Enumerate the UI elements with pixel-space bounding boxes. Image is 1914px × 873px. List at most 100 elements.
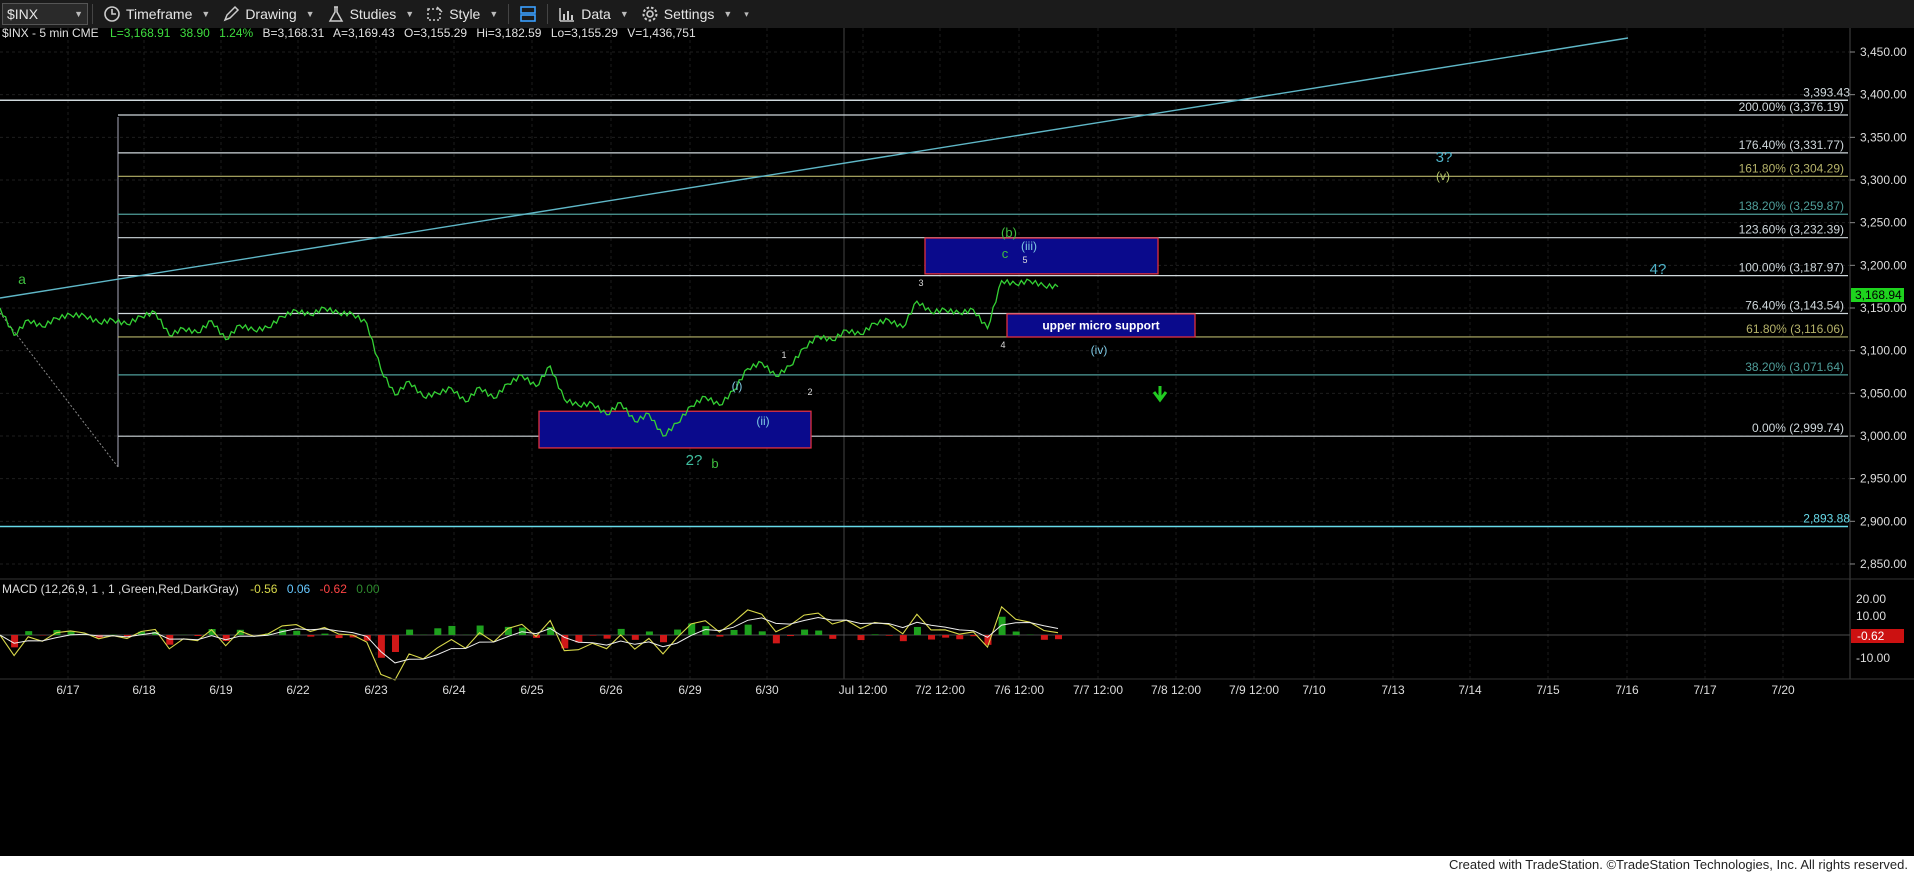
- chevron-down-icon: ▼: [305, 9, 315, 19]
- toolbar-divider: [547, 4, 549, 24]
- wave-label: a: [18, 271, 26, 287]
- macd-histogram-bar: [744, 624, 752, 635]
- time-tick-label: Jul 12:00: [839, 683, 888, 697]
- macd-legend: MACD (12,26,9, 1 , 1 ,Green,Red,DarkGray…: [2, 582, 380, 596]
- time-tick-label: 7/20: [1771, 683, 1795, 697]
- zone-box: [538, 410, 812, 449]
- macd-histogram-bar: [998, 616, 1006, 635]
- macd-histogram-bar: [913, 626, 921, 635]
- macd-histogram-bar: [603, 635, 611, 639]
- macd-histogram-bar: [857, 635, 865, 641]
- price-tick-label: 3,400.00: [1860, 88, 1907, 102]
- wave-label: 2?: [686, 452, 703, 469]
- zone-label: upper micro support: [1042, 318, 1159, 332]
- macd-histogram-bar: [11, 635, 19, 648]
- wave-label: 5: [1022, 255, 1027, 265]
- studies-label: Studies: [349, 6, 397, 22]
- macd-badge-value: -0.62: [1857, 629, 1885, 643]
- time-tick-label: 7/16: [1615, 683, 1639, 697]
- price-change: 38.90: [180, 28, 210, 40]
- data-menu[interactable]: Data ▼: [552, 0, 635, 28]
- last-price-axis-label: 3,168.94: [1855, 288, 1902, 302]
- time-tick-label: 6/17: [56, 683, 80, 697]
- time-tick-label: 6/19: [209, 683, 233, 697]
- wave-label: c: [1002, 246, 1009, 261]
- macd-histogram-bar: [1055, 635, 1062, 640]
- layout-button[interactable]: [513, 0, 543, 28]
- macd-label: MACD (12,26,9, 1 , 1 ,Green,Red,DarkGray…: [2, 582, 239, 596]
- time-tick-label: 6/23: [364, 683, 388, 697]
- price-tick-label: 3,000.00: [1860, 429, 1907, 443]
- macd-histogram-bar: [166, 635, 174, 645]
- macd-histogram-bar: [448, 625, 456, 635]
- time-tick-label: 6/22: [286, 683, 310, 697]
- symbol-name: $INX - 5 min CME: [2, 28, 99, 40]
- price-tick-label: 2,950.00: [1860, 472, 1907, 486]
- price-tick-label: 3,450.00: [1860, 45, 1907, 59]
- chevron-down-icon: ▼: [723, 9, 733, 19]
- footer: Created with TradeStation. ©TradeStation…: [0, 856, 1914, 873]
- settings-label: Settings: [663, 6, 715, 22]
- settings-menu[interactable]: Settings ▼: [635, 0, 739, 28]
- style-menu[interactable]: Style ▼: [420, 0, 504, 28]
- macd-zero-value: 0.00: [356, 582, 380, 596]
- macd-histogram-bar: [391, 635, 399, 652]
- symbol-selector[interactable]: $INX ▼: [2, 3, 88, 25]
- wave-label: 3?: [1436, 149, 1453, 166]
- macd-histogram-bar: [928, 635, 936, 640]
- wave-label: (i): [732, 379, 743, 393]
- time-tick-label: 7/6 12:00: [994, 683, 1044, 697]
- time-tick-label: 6/29: [678, 683, 702, 697]
- studies-menu[interactable]: Studies ▼: [321, 0, 421, 28]
- macd-histogram-bar: [307, 635, 315, 637]
- toolbar-overflow[interactable]: ▾: [738, 0, 755, 28]
- macd-histogram-bar: [406, 629, 414, 635]
- pencil-icon: [223, 5, 240, 22]
- macd-histogram-bar: [1012, 631, 1020, 635]
- macd-histogram-bar: [631, 635, 639, 640]
- macd-histogram-bar: [660, 635, 668, 643]
- time-tick-label: 7/7 12:00: [1073, 683, 1123, 697]
- bar-chart-icon: [559, 8, 575, 22]
- macd-histogram-bar: [716, 635, 724, 637]
- fib-level-label: 61.80% (3,116.06): [1746, 322, 1844, 336]
- fib-level-label: 138.20% (3,259.87): [1739, 199, 1844, 213]
- time-tick-label: 7/14: [1458, 683, 1482, 697]
- wave-label: b: [711, 456, 718, 471]
- drawing-menu[interactable]: Drawing ▼: [216, 0, 320, 28]
- toolbar: $INX ▼ Timeframe ▼ Drawing ▼ Studies ▼ Styl…: [0, 0, 1914, 29]
- time-tick-label: 7/13: [1381, 683, 1405, 697]
- ask-price: A=3,169.43: [333, 28, 395, 40]
- layout-icon: [520, 6, 537, 22]
- time-tick-label: 7/2 12:00: [915, 683, 965, 697]
- open-price: O=3,155.29: [404, 28, 467, 40]
- fib-level-label: 161.80% (3,304.29): [1739, 161, 1844, 175]
- time-tick-label: 6/30: [755, 683, 779, 697]
- price-tick-label: 3,100.00: [1860, 344, 1907, 358]
- price-tick-label: 3,050.00: [1860, 386, 1907, 400]
- fib-level-label: 100.00% (3,187.97): [1739, 261, 1844, 275]
- wave-label: 3: [918, 278, 923, 288]
- time-tick-label: 7/8 12:00: [1151, 683, 1201, 697]
- last-price: L=3,168.91: [110, 28, 171, 40]
- price-chart[interactable]: $INX - 5 min CME L=3,168.91 38.90 1.24% …: [0, 28, 1914, 856]
- bid-price: B=3,168.31: [263, 28, 325, 40]
- macd-signal-value: 0.06: [287, 582, 311, 596]
- gear-icon: [642, 6, 658, 22]
- macd-histogram-bar: [786, 635, 794, 637]
- time-tick-label: 7/9 12:00: [1229, 683, 1279, 697]
- toolbar-divider: [92, 4, 93, 24]
- chevron-down-icon: ▾: [744, 8, 749, 19]
- horizontal-level-label: 2,893.88: [1803, 512, 1850, 526]
- high-price: Hi=3,182.59: [476, 28, 541, 40]
- timeframe-menu[interactable]: Timeframe ▼: [97, 0, 216, 28]
- price-tick-label: 3,150.00: [1860, 301, 1907, 315]
- time-tick-label: 7/15: [1536, 683, 1560, 697]
- wave-label: (iv): [1091, 343, 1108, 357]
- drawing-label: Drawing: [245, 6, 297, 22]
- time-tick-label: 7/10: [1302, 683, 1326, 697]
- wave-label: (v): [1436, 169, 1450, 183]
- chevron-down-icon: ▼: [619, 9, 629, 19]
- macd-histogram-bar: [222, 635, 230, 642]
- time-tick-label: 6/25: [520, 683, 544, 697]
